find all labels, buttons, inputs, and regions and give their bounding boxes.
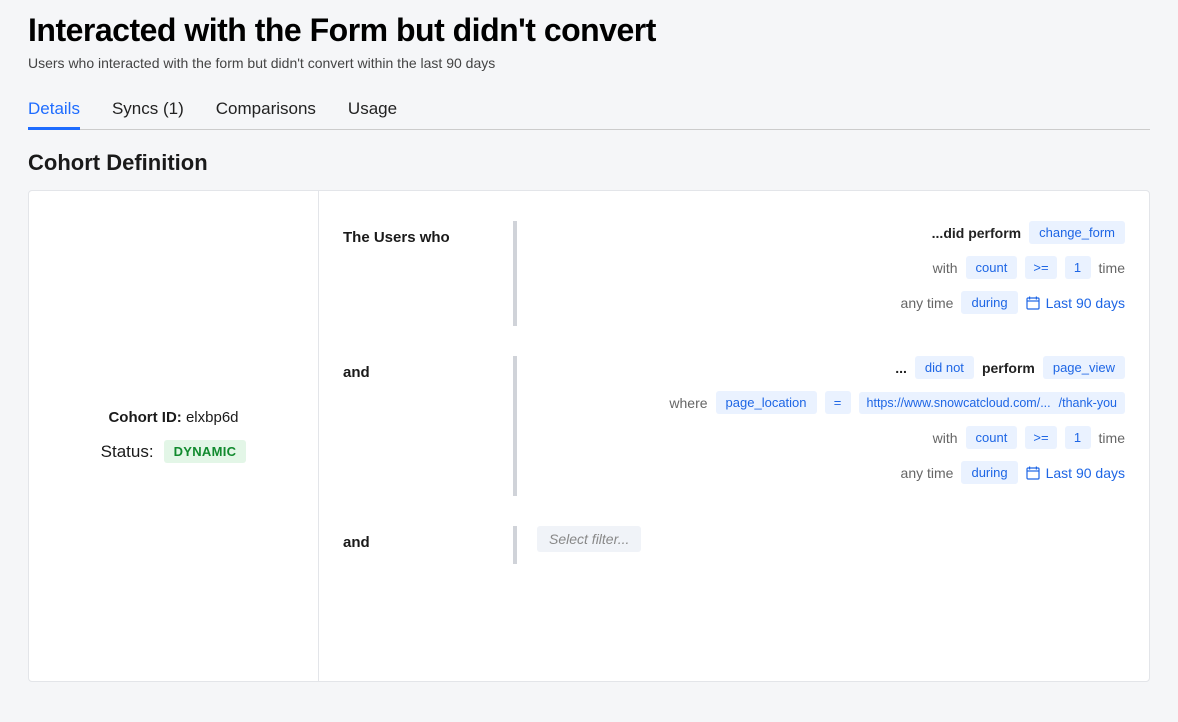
rule2-anytime: any time (901, 465, 954, 481)
rule1-date-text: Last 90 days (1046, 295, 1125, 311)
rule2-num-pill[interactable]: 1 (1065, 426, 1091, 449)
rule1-line3: any time during Last 90 days (537, 291, 1125, 314)
rule2-url-pill[interactable]: https://www.snowcatcloud.com/... /thank-… (859, 392, 1125, 414)
rule2-whereop-pill[interactable]: = (825, 391, 851, 414)
cohort-id-label: Cohort ID: (108, 409, 181, 426)
rule1-anytime: any time (901, 295, 954, 311)
tab-syncs[interactable]: Syncs (1) (112, 91, 184, 130)
rule1-prefix: ...did perform (932, 225, 1021, 241)
rule-block-1: The Users who ...did perform change_form… (343, 221, 1125, 326)
rule2-op-pill[interactable]: >= (1025, 426, 1056, 449)
rule2-count-pill[interactable]: count (966, 426, 1018, 449)
side-panel: Cohort ID: elxbp6d Status: DYNAMIC (29, 191, 319, 681)
rule1-event-pill[interactable]: change_form (1029, 221, 1125, 244)
rule2-date-text: Last 90 days (1046, 465, 1125, 481)
cohort-id-row: Cohort ID: elxbp6d (108, 409, 238, 426)
rule-block-3-label: and (343, 526, 513, 564)
calendar-icon (1026, 296, 1040, 310)
tab-comparisons[interactable]: Comparisons (216, 91, 316, 130)
rule2-date-link[interactable]: Last 90 days (1026, 465, 1125, 481)
rule1-during-pill[interactable]: during (961, 291, 1017, 314)
status-badge: DYNAMIC (164, 440, 247, 463)
rule2-where: where (669, 395, 707, 411)
rule2-line1: ... did not perform page_view (537, 356, 1125, 379)
rule1-date-link[interactable]: Last 90 days (1026, 295, 1125, 311)
rule1-num-pill[interactable]: 1 (1065, 256, 1091, 279)
rule-block-1-body: ...did perform change_form with count >=… (513, 221, 1125, 326)
rule2-event-pill[interactable]: page_view (1043, 356, 1125, 379)
rule-block-2: and ... did not perform page_view where … (343, 356, 1125, 496)
rule2-during-pill[interactable]: during (961, 461, 1017, 484)
tab-usage[interactable]: Usage (348, 91, 397, 130)
page-subtitle: Users who interacted with the form but d… (28, 55, 1150, 71)
status-label: Status: (101, 442, 154, 462)
rule1-with: with (933, 260, 958, 276)
rule-block-1-label: The Users who (343, 221, 513, 326)
rule2-dots: ... (895, 360, 907, 376)
rule2-time: time (1099, 430, 1125, 446)
rule2-wherefield-pill[interactable]: page_location (716, 391, 817, 414)
rule1-line1: ...did perform change_form (537, 221, 1125, 244)
rule1-line2: with count >= 1 time (537, 256, 1125, 279)
rule3-line1: Select filter... (537, 526, 1125, 552)
calendar-icon (1026, 466, 1040, 480)
select-filter-input[interactable]: Select filter... (537, 526, 641, 552)
rule2-with: with (933, 430, 958, 446)
rule2-didnot-pill[interactable]: did not (915, 356, 974, 379)
rule-block-2-label: and (343, 356, 513, 496)
page-title: Interacted with the Form but didn't conv… (28, 12, 1150, 49)
tabs: Details Syncs (1) Comparisons Usage (28, 91, 1150, 130)
rule2-perform: perform (982, 360, 1035, 376)
rule-block-3-body: Select filter... (513, 526, 1125, 564)
rules-area: The Users who ...did perform change_form… (319, 191, 1149, 681)
rule-block-2-body: ... did not perform page_view where page… (513, 356, 1125, 496)
rule2-url-b: /thank-you (1059, 396, 1117, 410)
rule2-url-a: https://www.snowcatcloud.com/... (867, 396, 1051, 410)
rule1-op-pill[interactable]: >= (1025, 256, 1056, 279)
rule1-time: time (1099, 260, 1125, 276)
rule2-line3: with count >= 1 time (537, 426, 1125, 449)
rule-block-3: and Select filter... (343, 526, 1125, 564)
rule2-line4: any time during Last 90 days (537, 461, 1125, 484)
rule1-count-pill[interactable]: count (966, 256, 1018, 279)
status-row: Status: DYNAMIC (101, 440, 247, 463)
cohort-id-value: elxbp6d (186, 409, 239, 426)
definition-panel: Cohort ID: elxbp6d Status: DYNAMIC The U… (28, 190, 1150, 682)
tab-details[interactable]: Details (28, 91, 80, 130)
section-heading: Cohort Definition (28, 150, 1150, 176)
rule2-line2: where page_location = https://www.snowca… (537, 391, 1125, 414)
